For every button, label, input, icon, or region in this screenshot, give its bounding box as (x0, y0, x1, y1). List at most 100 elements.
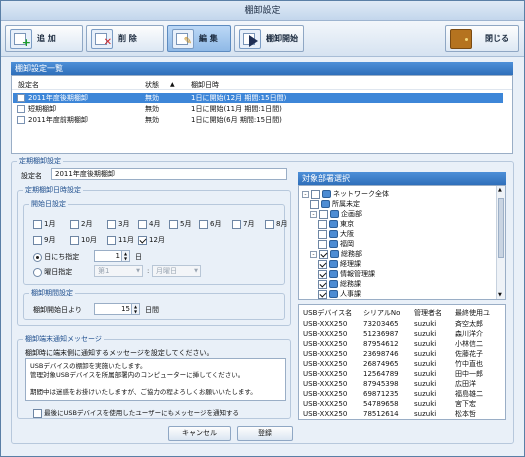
weekday-select[interactable]: 月曜日 ▼ (152, 265, 201, 277)
day-radio[interactable] (33, 252, 42, 262)
column-status[interactable]: 状態 (145, 80, 159, 90)
settings-list[interactable]: 設定名 状態 ▲ 棚卸日時 2011年度後期棚卸 無効 1日に開始(12月 期間… (11, 75, 513, 154)
device-row[interactable]: USB-XXX250 23698746 suzuki 佐藤花子 (299, 349, 505, 359)
device-row[interactable]: USB-XXX250 51236987 suzuki 森川洋介 (299, 329, 505, 339)
device-cell: 73203465 (363, 320, 399, 328)
column-schedule[interactable]: 棚卸日時 (191, 80, 219, 90)
month-checkbox[interactable] (33, 235, 42, 245)
month-checkbox[interactable] (107, 219, 116, 229)
column-name[interactable]: 設定名 (18, 80, 39, 90)
name-input[interactable]: 2011年度後期棚卸 (51, 168, 287, 180)
tree-checkbox[interactable] (318, 219, 327, 229)
device-row[interactable]: USB-XXX250 69871235 suzuki 福島雄二 (299, 389, 505, 399)
tree-item[interactable]: - 企画部 (310, 209, 362, 219)
table-row[interactable]: 2011年度前期棚卸 無効 1日に開始(6月 期間:15日間) (13, 115, 503, 125)
month-checkbox[interactable] (33, 219, 42, 229)
edit-label: 編 集 (199, 34, 218, 43)
tree-checkbox[interactable] (318, 289, 327, 299)
device-row[interactable]: USB-XXX250 12564789 suzuki 田中一郎 (299, 369, 505, 379)
tree-checkbox[interactable] (311, 189, 320, 199)
notify-last-user-checkbox[interactable] (33, 408, 42, 418)
weekday-radio-row[interactable]: 曜日指定 (33, 267, 72, 277)
month-checkbox-row[interactable]: 7月 (232, 219, 254, 229)
month-checkbox-row[interactable]: 10月 (70, 235, 97, 245)
department-tree[interactable]: - ネットワーク全体 所属未定 - 企画部 東京 大阪 福岡 - 総務部 経理課 情報管理課 総務課 人事… (298, 185, 506, 300)
device-row[interactable]: USB-XXX250 54789658 suzuki 宮下宏 (299, 399, 505, 409)
month-checkbox-row[interactable]: 3月 (107, 219, 129, 229)
close-button[interactable]: 閉じる (445, 25, 519, 52)
month-checkbox[interactable] (169, 219, 178, 229)
tree-item[interactable]: 人事課 (318, 289, 361, 299)
add-button[interactable]: + 追 加 (5, 25, 83, 52)
scroll-thumb[interactable] (498, 198, 504, 258)
month-checkbox-row[interactable]: 8月 (265, 219, 287, 229)
spinner-arrows-icon[interactable]: ▲ ▼ (121, 251, 129, 261)
tree-item[interactable]: 情報管理課 (318, 269, 375, 279)
month-checkbox-row[interactable]: 2月 (70, 219, 92, 229)
column-serial[interactable]: シリアルNo (363, 308, 400, 318)
start-inventory-button[interactable]: 棚卸開始 (234, 25, 304, 52)
tree-item[interactable]: 所属未定 (310, 199, 360, 209)
period-spinner[interactable]: 15 ▲ ▼ (94, 303, 140, 315)
month-checkbox[interactable] (70, 235, 79, 245)
scroll-up-icon[interactable]: ▲ (498, 187, 502, 193)
month-checkbox[interactable] (70, 219, 79, 229)
tree-item[interactable]: 経理課 (318, 259, 361, 269)
tree-scrollbar[interactable]: ▲ ▼ (496, 186, 505, 299)
expand-toggle-icon[interactable]: - (310, 210, 317, 218)
device-row[interactable]: USB-XXX250 73203465 suzuki 斉空太郎 (299, 319, 505, 329)
month-checkbox-row[interactable]: 6月 (199, 219, 221, 229)
spinner-arrows-icon[interactable]: ▲ ▼ (131, 304, 139, 314)
month-checkbox-row[interactable]: 11月 (107, 235, 134, 245)
tree-item[interactable]: 福岡 (318, 239, 354, 249)
device-row[interactable]: USB-XXX250 87954612 suzuki 小林信二 (299, 339, 505, 349)
tree-checkbox[interactable] (318, 259, 327, 269)
tree-checkbox[interactable] (318, 229, 327, 239)
tree-item[interactable]: 大阪 (318, 229, 354, 239)
tree-checkbox[interactable] (310, 199, 319, 209)
day-spinner[interactable]: 1 ▲ ▼ (94, 250, 130, 262)
message-textarea[interactable]: USBデバイスの棚卸を実施いたします。 管理対象USBデバイスを所属部署内のコン… (25, 358, 286, 401)
month-checkbox[interactable] (232, 219, 241, 229)
tree-checkbox[interactable] (318, 269, 327, 279)
tree-item[interactable]: - ネットワーク全体 (302, 189, 389, 199)
expand-toggle-icon[interactable]: - (302, 190, 309, 198)
tree-item[interactable]: - 総務部 (310, 249, 362, 259)
month-checkbox-row[interactable]: 1月 (33, 219, 55, 229)
scroll-down-icon[interactable]: ▼ (498, 292, 502, 298)
expand-toggle-icon[interactable]: - (310, 250, 317, 258)
table-row[interactable]: 短期棚卸 無効 1日に開始(11月 期間:1日間) (13, 104, 503, 114)
day-radio-label: 日にち指定 (44, 253, 80, 261)
table-row[interactable]: 2011年度後期棚卸 無効 1日に開始(12月 期間:15日間) (13, 93, 503, 103)
device-row[interactable]: USB-XXX250 87945398 suzuki 広田洋 (299, 379, 505, 389)
weekday-radio[interactable] (33, 267, 42, 277)
tree-checkbox[interactable] (318, 279, 327, 289)
tree-checkbox[interactable] (319, 209, 328, 219)
delete-button[interactable]: ✕ 削 除 (86, 25, 164, 52)
device-row[interactable]: USB-XXX250 26874965 suzuki 竹中直也 (299, 359, 505, 369)
register-button[interactable]: 登録 (237, 426, 293, 441)
column-device-name[interactable]: USBデバイス名 (303, 308, 352, 318)
month-checkbox[interactable] (138, 219, 147, 229)
notify-last-user-row[interactable]: 最後にUSBデバイスを使用したユーザーにもメッセージを通知する (33, 407, 239, 418)
tree-checkbox[interactable] (319, 249, 328, 259)
month-checkbox-row[interactable]: 5月 (169, 219, 191, 229)
month-checkbox-row[interactable]: 4月 (138, 219, 160, 229)
month-checkbox[interactable] (265, 219, 274, 229)
column-admin[interactable]: 管理者名 (414, 308, 442, 318)
cancel-button[interactable]: キャンセル (168, 426, 231, 441)
day-radio-row[interactable]: 日にち指定 (33, 252, 79, 262)
tree-checkbox[interactable] (318, 239, 327, 249)
device-list[interactable]: USBデバイス名 シリアルNo 管理者名 最終使用ユ USB-XXX250 732… (298, 304, 506, 420)
device-row[interactable]: USB-XXX250 78512614 suzuki 松本哲 (299, 409, 505, 419)
column-last-user[interactable]: 最終使用ユ (455, 308, 490, 318)
edit-button[interactable]: ✎ 編 集 (167, 25, 231, 52)
month-checkbox-row[interactable]: 9月 (33, 235, 55, 245)
week-select[interactable]: 第1 ▼ (94, 265, 143, 277)
month-checkbox-row[interactable]: 12月 (138, 235, 165, 245)
month-checkbox[interactable] (107, 235, 116, 245)
tree-item[interactable]: 総務課 (318, 279, 361, 289)
tree-item[interactable]: 東京 (318, 219, 354, 229)
month-checkbox[interactable] (138, 235, 147, 245)
month-checkbox[interactable] (199, 219, 208, 229)
